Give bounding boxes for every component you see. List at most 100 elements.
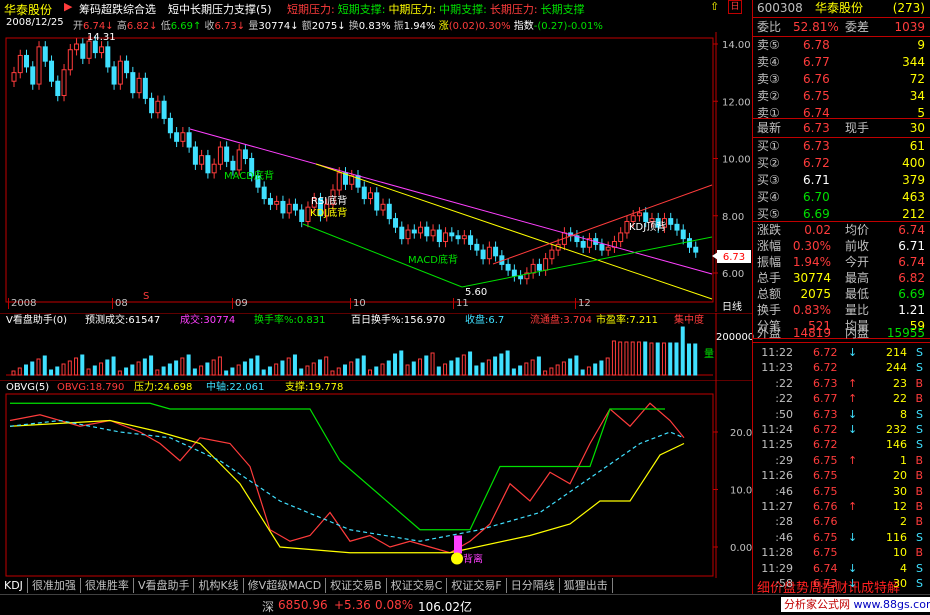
vol-pe: 市盈率:7.211 [596, 313, 658, 329]
tick-row: :226.73↑23B [753, 376, 929, 392]
volume-bar [494, 357, 497, 375]
candle-body [619, 233, 623, 242]
volume-bar [37, 359, 40, 375]
stat-value-2: 6.74 [898, 254, 925, 270]
market-index: 6850.96 [278, 598, 328, 612]
tab-5[interactable]: 修V超级MACD [244, 578, 327, 593]
volume-bar [400, 351, 403, 375]
stat-high-label: 高 [117, 21, 127, 32]
support-line [10, 421, 684, 553]
tab-10[interactable]: 狐狸出击 [560, 578, 613, 593]
candle-body [212, 164, 216, 173]
vol-indicator-name[interactable]: V看盘助手(0) [6, 313, 67, 329]
bid-price: 6.72 [803, 155, 830, 171]
volume-bar [612, 341, 615, 375]
tab-9[interactable]: 日分隔线 [507, 578, 560, 593]
stat-chg: (0.02)0.30% [449, 21, 511, 32]
tab-1[interactable]: 很准加强 [28, 578, 81, 593]
stat-value-2: 6.71 [898, 238, 925, 254]
stat-row: 总手30774最高6.82 [753, 270, 929, 286]
candle-body [231, 161, 235, 170]
legend-item: 中期支撑: [439, 3, 487, 16]
stock-header-row: 600308华泰股份(273) [753, 0, 929, 16]
volume-bar [569, 359, 572, 375]
obvg-value: OBVG:18.790 [57, 381, 124, 395]
stat-close: 6.73 [215, 21, 237, 32]
candle-body [450, 233, 454, 236]
tick-arrow-icon: ↓ [848, 576, 857, 592]
obvg-y-label: 10.00 [730, 486, 752, 497]
tab-2[interactable]: 很准胜率 [81, 578, 134, 593]
pressure-line [10, 403, 665, 530]
tick-side: B [915, 545, 923, 561]
tick-side: S [916, 561, 923, 577]
ask-label: 卖③ [757, 71, 780, 87]
play-arrow-icon[interactable]: ▶ [64, 0, 72, 13]
site-badge[interactable]: 分析家公式网 www.88gs.com [781, 597, 930, 612]
tick-row: :296.75↑1B [753, 453, 929, 469]
stat-amp-label: 振 [394, 21, 404, 32]
ask-price: 6.77 [803, 54, 830, 70]
candle-body [175, 133, 179, 142]
bid-row: 买⑤6.69212 [753, 206, 929, 222]
tick-side: S [916, 530, 923, 546]
obvg-chart[interactable]: 20.0010.000.00背离 [0, 380, 752, 578]
obvg-name[interactable]: OBVG(5) [6, 381, 49, 395]
tick-time: :58 [757, 576, 793, 592]
stat-label-2: 均价 [845, 222, 869, 238]
volume-bar [594, 364, 597, 375]
latest-row: 最新6.73现手30 [753, 120, 929, 136]
formula-name-2[interactable]: 短中长期压力支撑(5) [168, 1, 272, 17]
volume-bar [419, 359, 422, 375]
volume-bar [68, 361, 71, 375]
tab-7[interactable]: 权证交易C [387, 578, 448, 593]
candle-body [581, 242, 585, 248]
candle-body [444, 233, 448, 242]
volume-bar [631, 342, 634, 375]
tick-price: 6.72 [813, 422, 838, 438]
tick-vol: 30 [893, 576, 907, 592]
tick-side: S [916, 437, 923, 453]
candle-body [694, 247, 698, 252]
stat-open-label: 开 [73, 21, 83, 32]
volume-bar [387, 361, 390, 375]
volume-bar [193, 369, 196, 375]
volume-bar [143, 359, 146, 375]
tab-3[interactable]: V看盘助手 [134, 578, 195, 593]
candle-body [181, 133, 185, 142]
tab-6[interactable]: 权证交易B [326, 578, 387, 593]
stat-amt-label: 额 [302, 21, 312, 32]
tick-price: 6.76 [813, 514, 838, 530]
stock-num: (273) [893, 0, 925, 16]
vol-predict: 预测成交:61547 [85, 313, 160, 329]
window-restore-icon[interactable]: 日 [728, 0, 742, 14]
volume-bar [650, 343, 653, 375]
tab-0[interactable]: KDJ [0, 578, 28, 593]
date-tick: 09 [232, 298, 248, 309]
up-arrow-icon: ↑ [193, 21, 201, 32]
stat-value-2: 1.21 [898, 302, 925, 318]
stat-value: 1.94% [793, 254, 831, 270]
date-tick: 08 [112, 298, 128, 309]
stat-row: 振幅1.94%今开6.74 [753, 254, 929, 270]
current-price-label: 6.73 [723, 252, 745, 263]
market-change: +5.36 [334, 598, 371, 612]
tab-8[interactable]: 权证交易F [447, 578, 506, 593]
volume-bar [75, 358, 78, 375]
volume-bar [669, 343, 672, 375]
tick-side: S [916, 345, 923, 361]
tick-price: 6.77 [813, 391, 838, 407]
tab-4[interactable]: 机构K线 [194, 578, 243, 593]
formula-name-1[interactable]: 筹码超跌综合选 [79, 1, 156, 17]
stock-name-right: 华泰股份 [815, 0, 863, 16]
volume-bar [481, 363, 484, 375]
candle-body [125, 61, 129, 72]
volume-bar [581, 370, 584, 375]
candle-body [300, 210, 304, 221]
tick-row: 11:296.74↓4S [753, 561, 929, 577]
kline-chart[interactable]: 14.0012.0010.008.006.00MACD底背RSI底背KDJ底背M… [0, 32, 752, 312]
lock-icon[interactable]: ⇧ [710, 0, 719, 13]
stat-value-2: 6.74 [898, 222, 925, 238]
tick-row: :466.75↓116S [753, 530, 929, 546]
period-label[interactable]: 日线 [722, 298, 742, 313]
